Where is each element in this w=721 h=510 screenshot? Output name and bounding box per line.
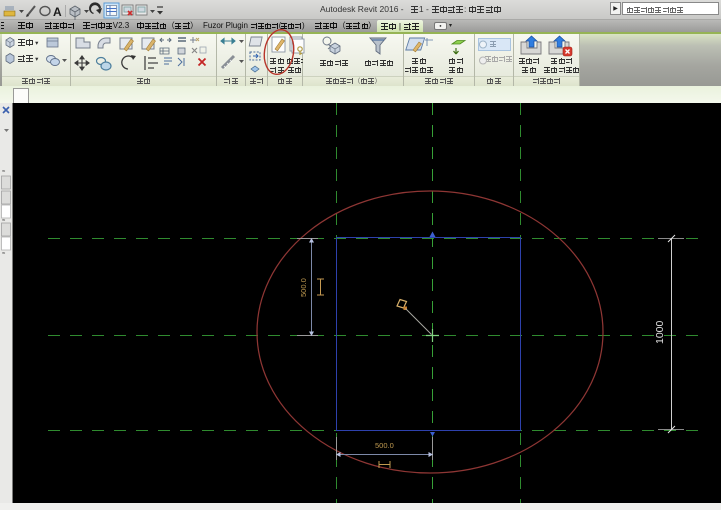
svg-text:1000: 1000 xyxy=(654,320,666,344)
svg-text:≈: ≈ xyxy=(2,251,6,257)
svg-text:500.0: 500.0 xyxy=(299,278,308,297)
svg-text:500.0: 500.0 xyxy=(375,441,394,450)
svg-text:≈: ≈ xyxy=(2,169,6,175)
